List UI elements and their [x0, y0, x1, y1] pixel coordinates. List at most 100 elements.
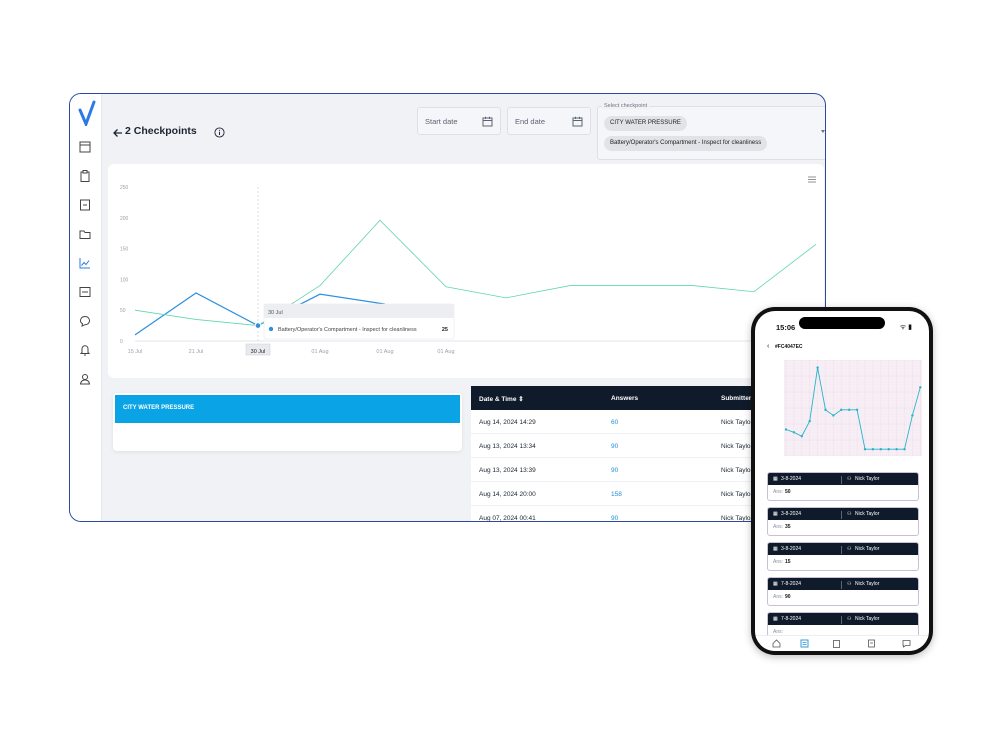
cell-answer[interactable]: 90 — [611, 515, 618, 521]
card-answer-row: Ans: 35 — [773, 524, 791, 530]
calendar-icon: ▦ — [773, 581, 778, 587]
calendar-icon: ▦ — [773, 616, 778, 622]
mobile-data-point — [863, 447, 867, 451]
chevron-down-icon[interactable] — [821, 130, 825, 133]
cell-submitter: Nick Taylor — [721, 515, 753, 522]
mobile-data-point — [895, 447, 898, 451]
answer-card[interactable]: ▦ 3-8-2024 ⚇ Nick Taylor Ans: 50 — [767, 472, 919, 501]
tooltip-header-bg — [264, 304, 454, 318]
x-tick-label: 01 Aug — [437, 349, 454, 355]
cell-datetime: Aug 13, 2024 13:39 — [479, 467, 536, 474]
checkpoint-panel-title[interactable]: CITY WATER PRESSURE — [115, 395, 460, 423]
checkpoint-chip[interactable]: CITY WATER PRESSURE — [604, 116, 687, 131]
clipboard-icon[interactable] — [832, 639, 841, 648]
back-chevron-icon[interactable]: ‹ — [767, 343, 769, 350]
ans-label: Ans: — [773, 489, 784, 495]
cell-answer[interactable]: 90 — [611, 443, 618, 450]
mobile-data-point — [840, 408, 843, 412]
info-icon[interactable] — [214, 127, 225, 138]
answer-card-header: ▦ 3-8-2024 ⚇ Nick Taylor — [768, 508, 918, 520]
answer-card[interactable]: ▦ 7-8-2024 ⚇ Nick Taylor Ans: 90 — [767, 577, 919, 606]
card-answer-row: Ans: 50 — [773, 489, 791, 495]
user-icon[interactable] — [79, 373, 91, 385]
tooltip-series-name: Battery/Operator's Compartment - Inspect… — [278, 327, 417, 333]
ans-label: Ans: — [773, 594, 784, 600]
mobile-data-point — [848, 408, 851, 412]
x-tick-label: 21 Jul — [189, 349, 204, 355]
clipboard-icon[interactable] — [79, 170, 91, 182]
y-tick-label: 200 — [120, 216, 129, 222]
report-icon[interactable] — [79, 199, 91, 211]
divider — [841, 511, 842, 519]
battery-icon: ▮ — [908, 324, 912, 331]
col-answers-header: Answers — [611, 395, 639, 402]
card-answer-row: Ans: 15 — [773, 559, 791, 565]
tooltip-series-marker — [268, 326, 274, 332]
card-submitter: Nick Taylor — [855, 476, 880, 482]
tooltip-value: 25 — [442, 327, 448, 333]
cell-submitter: Nick Taylor — [721, 491, 753, 498]
mobile-data-point — [887, 447, 890, 451]
status-time: 15:06 — [776, 323, 796, 332]
x-tick-label: 15 Jul — [128, 349, 143, 355]
mobile-data-point — [792, 431, 796, 434]
mobile-title: #FC4047EC — [775, 344, 803, 350]
divider — [841, 546, 842, 554]
y-tick-label: 250 — [120, 185, 129, 191]
answer-card-header: ▦ 3-8-2024 ⚇ Nick Taylor — [768, 473, 918, 485]
start-date-input[interactable]: Start date — [417, 107, 501, 135]
card-date: 3-8-2024 — [781, 511, 802, 517]
line-chart-card: 0 50 100 150 200 250 30 Jul Battery/Operator's … — [108, 164, 824, 378]
calendar-icon[interactable] — [572, 116, 583, 127]
folder-icon[interactable] — [79, 228, 91, 240]
checkpoint-chip[interactable]: Battery/Operator's Compartment - Inspect… — [604, 136, 768, 151]
x-tick-label: 01 Aug — [311, 349, 328, 355]
mobile-data-point — [800, 435, 803, 438]
bell-icon[interactable] — [79, 344, 91, 356]
back-arrow-icon[interactable] — [112, 127, 124, 139]
mobile-data-point — [824, 408, 827, 412]
desktop-window: 2 Checkpoints Start date End date Select… — [69, 93, 826, 522]
series-line-battery-compartment — [134, 219, 817, 327]
home-icon[interactable] — [772, 639, 781, 648]
terminal-icon[interactable] — [79, 286, 91, 298]
cell-answer[interactable]: 158 — [611, 491, 622, 498]
col-submitter-header: Submitter — [721, 395, 752, 402]
cell-answer[interactable]: 60 — [611, 419, 618, 426]
x-tick-label: 01 Aug — [376, 349, 393, 355]
sort-icon[interactable]: ⇕ — [518, 396, 523, 403]
cell-answer[interactable]: 90 — [611, 467, 618, 474]
message-icon[interactable] — [902, 639, 911, 648]
checkpoint-select-label: Select checkpoint — [602, 103, 650, 109]
cell-datetime: Aug 14, 2024 20:00 — [479, 491, 536, 498]
data-point-marker[interactable] — [254, 322, 262, 329]
answer-card[interactable]: ▦ 3-8-2024 ⚇ Nick Taylor Ans: 15 — [767, 542, 919, 571]
calendar-icon: ▦ — [773, 511, 778, 517]
card-date: 7-8-2024 — [781, 581, 802, 587]
card-answer-row: Ans: 90 — [773, 594, 791, 600]
mobile-data-point — [784, 428, 788, 431]
col-datetime-header[interactable]: Date & Time ⇕ — [479, 395, 524, 403]
card-submitter: Nick Taylor — [855, 616, 880, 622]
end-date-input[interactable]: End date — [507, 107, 591, 135]
mobile-data-point — [855, 408, 859, 412]
status-icons: ᯤ ▮ — [900, 323, 912, 332]
mobile-data-point — [919, 386, 922, 389]
analytics-icon[interactable] — [79, 257, 91, 269]
user-icon: ⚇ — [847, 581, 852, 587]
chat-icon[interactable] — [79, 315, 91, 327]
document-icon[interactable] — [867, 639, 876, 648]
calendar-icon[interactable] — [482, 116, 493, 127]
answer-card[interactable]: ▦ 3-8-2024 ⚇ Nick Taylor Ans: 35 — [767, 507, 919, 536]
y-tick-label: 0 — [120, 339, 123, 345]
divider — [841, 476, 842, 484]
card-submitter: Nick Taylor — [855, 511, 880, 517]
checkpoint-select[interactable]: Select checkpoint CITY WATER PRESSURE Ba… — [597, 103, 825, 160]
sidebar — [70, 94, 102, 521]
dashboard-icon[interactable] — [79, 141, 91, 153]
y-tick-label: 150 — [120, 247, 129, 253]
card-answer: 50 — [785, 489, 791, 495]
line-chart: 0 50 100 150 200 250 30 Jul Battery/Operator's … — [120, 176, 817, 356]
cell-submitter: Nick Taylor — [721, 419, 753, 426]
list-icon[interactable] — [800, 639, 809, 648]
